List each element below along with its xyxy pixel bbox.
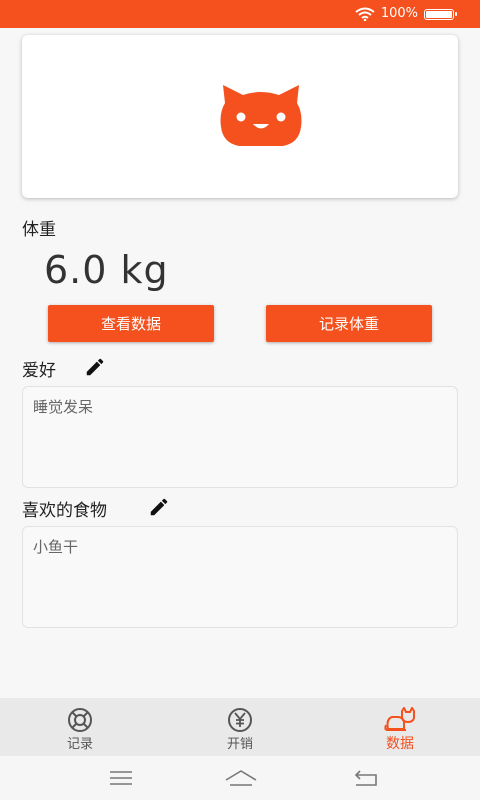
system-navigation-bar (0, 756, 480, 800)
record-weight-button[interactable]: 记录体重 (266, 305, 432, 342)
status-indicators: 100% (355, 6, 457, 22)
lifebuoy-icon (68, 708, 92, 732)
weight-label: 体重 (22, 220, 56, 240)
status-bar: 100% (0, 0, 480, 28)
tab-data[interactable]: 数据 (320, 698, 480, 756)
cat-face-icon (220, 85, 302, 146)
hobby-edit-pencil-icon[interactable] (84, 356, 106, 378)
menu-icon[interactable] (106, 766, 136, 790)
tab-expenses[interactable]: 开销 (160, 698, 320, 756)
battery-percentage: 100% (380, 6, 418, 21)
tab-record[interactable]: 记录 (0, 698, 160, 756)
battery-level (426, 10, 452, 18)
hobby-field[interactable]: 睡觉发呆 (22, 386, 458, 488)
weight-value: 6.0 kg (44, 248, 169, 292)
home-icon[interactable] (224, 766, 258, 790)
battery-icon (424, 8, 457, 20)
wifi-icon (355, 7, 375, 21)
favorite-food-label: 喜欢的食物 (22, 501, 107, 521)
favorite-food-field[interactable]: 小鱼干 (22, 526, 458, 628)
bottom-tab-bar: 记录 开销 数据 (0, 698, 480, 756)
tab-record-label: 记录 (66, 737, 93, 752)
hobby-label: 爱好 (22, 361, 56, 381)
back-icon[interactable] (352, 766, 382, 790)
pet-avatar-card[interactable] (22, 35, 458, 198)
favorite-food-edit-pencil-icon[interactable] (148, 496, 170, 518)
yen-icon (228, 708, 252, 732)
cat-icon (384, 707, 415, 731)
tab-data-label: 数据 (386, 736, 414, 752)
tab-expenses-label: 开销 (226, 737, 253, 752)
view-data-button[interactable]: 查看数据 (48, 305, 214, 342)
